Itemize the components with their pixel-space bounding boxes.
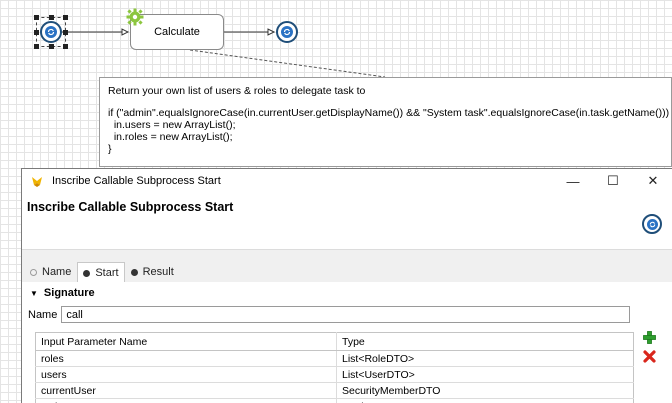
resize-handle[interactable] [34,44,39,49]
input-parameter-table: Input Parameter Name Type roles List<Rol… [35,332,634,403]
tab-name[interactable]: Name [24,262,77,282]
tab-result[interactable]: Result [125,262,180,282]
note-line: Return your own list of users & roles to… [108,85,366,97]
close-button[interactable]: ✕ [633,169,672,193]
param-name-cell[interactable]: roles [35,350,337,367]
dialog-header: Inscribe Callable Subprocess Start [22,193,672,250]
tab-bar: Name Start Result [22,250,672,283]
param-name-cell[interactable]: users [35,366,337,383]
resize-handle[interactable] [34,30,39,35]
table-row[interactable]: task ITask [35,398,634,403]
tab-label: Name [42,266,72,278]
table-row[interactable]: roles List<RoleDTO> [35,350,634,367]
cycle-icon [281,26,293,38]
section-title: Signature [43,287,95,299]
calculate-task[interactable]: Calculate [130,14,224,50]
tab-start[interactable]: Start [77,262,125,283]
maximize-button[interactable]: ☐ [593,169,633,193]
column-header[interactable]: Input Parameter Name [35,332,337,351]
tab-label: Result [142,266,174,278]
resize-handle[interactable] [34,15,39,20]
add-parameter-button[interactable] [642,330,656,344]
inscribe-dialog: Inscribe Callable Subprocess Start — ☐ ✕… [21,168,672,403]
collapse-triangle-icon: ▼ [30,288,38,298]
remove-parameter-button[interactable] [642,349,656,363]
cycle-icon [646,218,658,230]
resize-handle[interactable] [63,44,68,49]
status-dot-icon [83,269,91,277]
note-line: } [108,143,112,155]
status-dot-icon [130,268,138,276]
resize-handle[interactable] [63,15,68,20]
window-title: Inscribe Callable Subprocess Start [52,175,221,187]
name-row: Name [28,306,631,323]
signature-section-toggle[interactable]: ▼ Signature [30,287,95,299]
resize-handle[interactable] [49,44,54,49]
table-row[interactable]: currentUser SecurityMemberDTO [35,382,634,399]
gear-icon [126,8,144,26]
element-type-icon [642,214,662,234]
param-type-cell[interactable]: SecurityMemberDTO [336,382,634,399]
status-dot-icon [30,268,37,276]
callable-start-event[interactable] [40,21,62,43]
task-label: Calculate [154,26,200,38]
param-name-cell[interactable]: currentUser [35,382,337,399]
cycle-icon [45,26,57,38]
app-logo-icon [32,177,42,187]
table-row[interactable]: users List<UserDTO> [35,366,634,383]
dialog-titlebar[interactable]: Inscribe Callable Subprocess Start — ☐ ✕ [22,169,672,193]
param-type-cell[interactable]: ITask [336,398,634,403]
column-header[interactable]: Type [336,332,634,351]
dialog-heading: Inscribe Callable Subprocess Start [27,200,234,214]
resize-handle[interactable] [63,30,68,35]
name-label: Name [28,308,58,321]
note-line: if ("admin".equalsIgnoreCase(in.currentU… [108,107,672,119]
callable-end-event[interactable] [276,21,298,43]
param-type-cell[interactable]: List<UserDTO> [336,366,634,383]
annotation-note[interactable]: Return your own list of users & roles to… [99,77,672,167]
resize-handle[interactable] [49,15,54,20]
tab-label: Start [95,267,119,279]
param-name-cell[interactable]: task [35,398,337,403]
table-header-row: Input Parameter Name Type [35,332,634,351]
minimize-button[interactable]: — [553,169,593,193]
flow-arrowhead [121,28,130,36]
note-association [189,49,386,78]
start-tab-panel: ▼ Signature Name Input Parameter Name Ty… [22,282,672,403]
flow-arrowhead [267,28,276,36]
param-type-cell[interactable]: List<RoleDTO> [336,350,634,367]
signature-name-input[interactable] [61,306,631,323]
note-line: in.users = new ArrayList(); [108,119,236,131]
delete-x-icon [642,349,656,363]
note-line: in.roles = new ArrayList(); [108,131,233,143]
plus-icon [642,330,656,344]
